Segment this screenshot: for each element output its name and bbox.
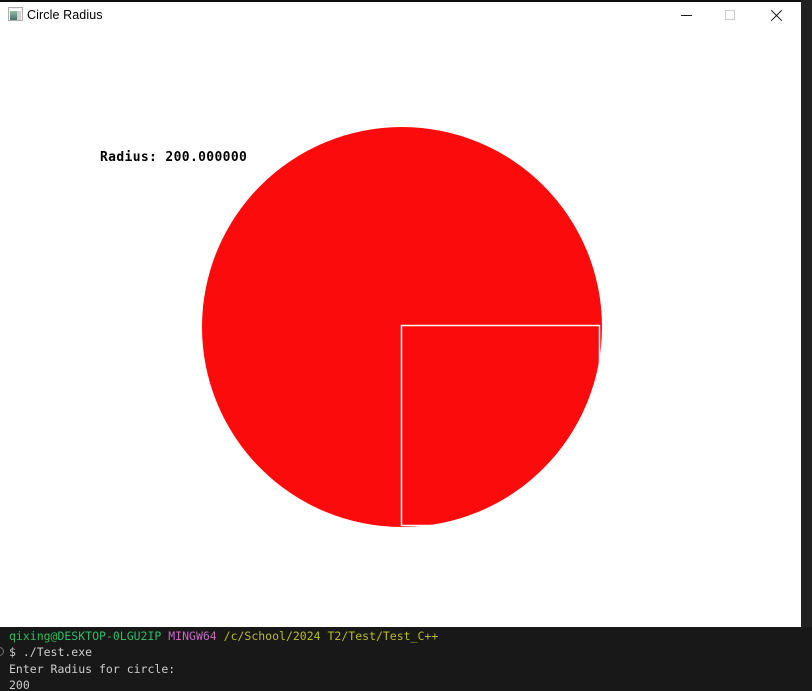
terminal-cwd-path: /c/School/2024 T2/Test/Test_C++ <box>217 629 439 643</box>
window-titlebar[interactable]: Circle Radius <box>0 2 801 28</box>
terminal-env-badge: MINGW64 <box>161 629 216 643</box>
terminal-prompt-line: qixing@DESKTOP-0LGU2IP MINGW64 /c/School… <box>9 628 812 644</box>
terminal-panel[interactable]: qixing@DESKTOP-0LGU2IP MINGW64 /c/School… <box>0 627 812 691</box>
app-icon <box>8 7 23 21</box>
terminal-command-line: $ ./Test.exe <box>9 644 812 660</box>
terminal-input-echo-text: 200 <box>9 678 30 691</box>
maximize-button[interactable] <box>715 2 745 28</box>
terminal-user-host: qixing@DESKTOP-0LGU2IP <box>9 629 161 643</box>
terminal-output-text: Enter Radius for circle: <box>9 662 175 676</box>
terminal-command-text: $ ./Test.exe <box>9 645 92 659</box>
terminal-output-line: Enter Radius for circle: <box>9 661 812 677</box>
minimize-button[interactable] <box>671 2 701 28</box>
desktop-right-edge <box>801 0 812 627</box>
command-decoration-icon[interactable] <box>0 647 4 656</box>
close-icon <box>770 9 782 21</box>
window-title: Circle Radius <box>27 8 103 22</box>
maximize-icon <box>725 10 735 20</box>
radius-value-label: Radius: 200.000000 <box>100 150 247 165</box>
terminal-input-echo-line: 200 <box>9 677 812 691</box>
graphics-canvas: Radius: 200.000000 <box>0 28 801 627</box>
desktop-screenshot: { "window": { "title": "Circle Radius", … <box>0 0 812 691</box>
drawing-surface <box>0 28 801 627</box>
close-button[interactable] <box>761 2 791 28</box>
graphics-window: Circle Radius Radius: 200.000000 <box>0 2 801 627</box>
minimize-icon <box>681 15 692 16</box>
